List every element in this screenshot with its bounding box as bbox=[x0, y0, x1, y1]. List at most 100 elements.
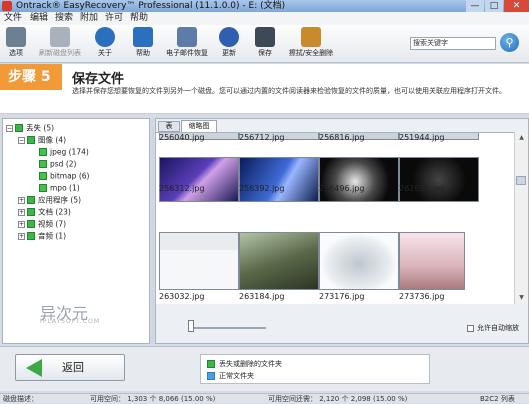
auto-zoom-checkbox[interactable]: 允许自动缩放 bbox=[467, 323, 519, 333]
folder-icon bbox=[27, 208, 35, 216]
folder-icon bbox=[39, 184, 47, 192]
thumbnail-filename: 256312.jpg bbox=[159, 184, 205, 193]
menu-file[interactable]: 文件 bbox=[4, 12, 22, 25]
folder-icon bbox=[27, 136, 35, 144]
search-input[interactable]: 搜索关键字 bbox=[410, 37, 496, 50]
thumbnail-image[interactable] bbox=[239, 232, 319, 290]
thumbnail-image[interactable] bbox=[399, 157, 479, 202]
thumbnail-grid: 256040.jpg 256712.jpg 256816.jpg 251944.… bbox=[156, 132, 514, 304]
update-button[interactable]: 更新 bbox=[216, 27, 242, 58]
maximize-button[interactable]: □ bbox=[485, 0, 503, 12]
scroll-up-icon[interactable]: ▲ bbox=[517, 133, 526, 142]
email-recovery-icon bbox=[177, 27, 197, 47]
thumbnail-filename: 256392.jpg bbox=[239, 184, 285, 193]
menu-search[interactable]: 搜索 bbox=[55, 12, 73, 25]
thumbnail-filename: 251944.jpg bbox=[399, 133, 445, 142]
menu-license[interactable]: 许可 bbox=[105, 12, 123, 25]
thumbnail-filename: 256712.jpg bbox=[239, 133, 285, 142]
help-icon bbox=[133, 27, 153, 47]
save-button[interactable]: 保存 bbox=[252, 27, 278, 58]
update-icon bbox=[219, 27, 239, 47]
thumbnail-image[interactable] bbox=[319, 232, 399, 290]
step-title: 保存文件 bbox=[72, 72, 125, 87]
thumbnail-filename: 263184.jpg bbox=[239, 292, 285, 301]
email-recovery-button[interactable]: 电子邮件恢复 bbox=[162, 27, 212, 58]
folder-icon bbox=[27, 196, 35, 204]
legend-item: 丢失或删除的文件夹 bbox=[207, 359, 282, 369]
tree-item[interactable]: − 丢失 (5) bbox=[6, 122, 54, 133]
arrow-left-icon bbox=[26, 359, 42, 377]
thumbnail-filename: 263032.jpg bbox=[159, 292, 205, 301]
folder-legend: 丢失或删除的文件夹 正常文件夹 bbox=[200, 354, 430, 384]
thumbnail-image[interactable] bbox=[159, 232, 239, 290]
tree-item[interactable]: + 应用程序 (5) bbox=[18, 194, 81, 205]
folder-icon bbox=[39, 148, 47, 156]
wrench-screwdriver-icon bbox=[6, 27, 26, 47]
app-icon bbox=[2, 1, 12, 11]
search-button[interactable]: ⚲ bbox=[500, 33, 519, 52]
status-bar: 磁盘描述： 可用空间： 1,303 个 8,066 (15.00 %) 可用空间… bbox=[0, 393, 529, 403]
scroll-down-icon[interactable]: ▼ bbox=[517, 293, 526, 302]
thumbnail-filename: 273736.jpg bbox=[399, 292, 445, 301]
window-title: Ontrack® EasyRecovery™ Professional (11.… bbox=[16, 1, 286, 11]
scrollbar-thumb[interactable] bbox=[516, 176, 526, 185]
thumbnail-image[interactable] bbox=[159, 157, 239, 202]
thumbnail-filename: 256816.jpg bbox=[319, 133, 365, 142]
menu-help[interactable]: 帮助 bbox=[130, 12, 148, 25]
broom-icon bbox=[301, 27, 321, 47]
tree-item[interactable]: + 视频 (7) bbox=[18, 218, 66, 229]
refresh-disk-list-button[interactable]: 刷新磁盘列表 bbox=[36, 27, 84, 58]
expand-icon[interactable]: + bbox=[18, 220, 25, 228]
back-button[interactable]: 返回 bbox=[15, 354, 125, 381]
thumbnail-image[interactable] bbox=[319, 157, 399, 202]
menu-extras[interactable]: 附加 bbox=[80, 12, 98, 25]
zoom-slider-track[interactable] bbox=[188, 327, 266, 329]
disk-refresh-icon bbox=[50, 27, 70, 47]
folder-icon bbox=[27, 220, 35, 228]
vertical-scrollbar[interactable]: ▲ ▼ bbox=[514, 132, 528, 304]
thumbnail-filename: 256040.jpg bbox=[159, 133, 205, 142]
expand-icon[interactable]: + bbox=[18, 196, 25, 204]
tab-thumbnails[interactable]: 缩略图 bbox=[181, 120, 217, 132]
tree-item[interactable]: − 图像 (4) bbox=[18, 134, 66, 145]
thumbnail-filename: 262632.jpg bbox=[399, 184, 445, 193]
collapse-icon[interactable]: − bbox=[18, 136, 25, 144]
menu-edit[interactable]: 编辑 bbox=[30, 12, 48, 25]
options-button[interactable]: 选项 bbox=[2, 27, 30, 58]
zoom-slider-handle[interactable] bbox=[188, 320, 194, 332]
step-number: 步骤 5 bbox=[0, 64, 62, 90]
tree-item[interactable]: jpeg (174) bbox=[39, 146, 89, 157]
tree-item[interactable]: + 音频 (1) bbox=[18, 230, 66, 241]
thumbnail-image[interactable] bbox=[239, 157, 319, 202]
close-button[interactable]: ✕ bbox=[504, 0, 529, 12]
zoom-bar bbox=[156, 305, 514, 343]
title-bar: Ontrack® EasyRecovery™ Professional (11.… bbox=[0, 0, 529, 12]
folder-icon bbox=[15, 124, 23, 132]
expand-icon[interactable]: + bbox=[18, 232, 25, 240]
legend-item: 正常文件夹 bbox=[207, 371, 254, 381]
pane-splitter[interactable] bbox=[151, 118, 154, 344]
tree-item[interactable]: bitmap (6) bbox=[39, 170, 89, 181]
tab-table[interactable]: 表 bbox=[158, 121, 180, 132]
collapse-icon[interactable]: − bbox=[6, 124, 13, 132]
watermark-subtext: IPLAYSOFT.COM bbox=[40, 318, 100, 325]
folder-icon bbox=[39, 172, 47, 180]
folder-icon bbox=[27, 232, 35, 240]
about-button[interactable]: 关于 bbox=[92, 27, 118, 58]
expand-icon[interactable]: + bbox=[18, 208, 25, 216]
tree-item[interactable]: mpo (1) bbox=[39, 182, 80, 193]
thumbnail-image[interactable] bbox=[399, 232, 465, 290]
minimize-button[interactable]: — bbox=[466, 0, 484, 12]
thumbnail-filename: 256496.jpg bbox=[319, 184, 365, 193]
info-icon bbox=[95, 27, 115, 47]
thumbnail-filename: 273176.jpg bbox=[319, 292, 365, 301]
save-icon bbox=[255, 27, 275, 47]
wipe-secure-delete-button[interactable]: 擦拭/安全删除 bbox=[283, 27, 339, 58]
tree-item[interactable]: psd (2) bbox=[39, 158, 76, 169]
tree-item[interactable]: + 文档 (23) bbox=[18, 206, 71, 217]
folder-icon bbox=[39, 160, 47, 168]
folder-icon bbox=[207, 372, 215, 380]
menu-bar: 文件 编辑 搜索 附加 许可 帮助 bbox=[0, 12, 529, 25]
step-description: 选择并保存您想要恢复的文件到另外一个磁盘。您可以通过内置的文件阅读器来检验恢复的… bbox=[72, 87, 506, 95]
help-button[interactable]: 帮助 bbox=[130, 27, 156, 58]
